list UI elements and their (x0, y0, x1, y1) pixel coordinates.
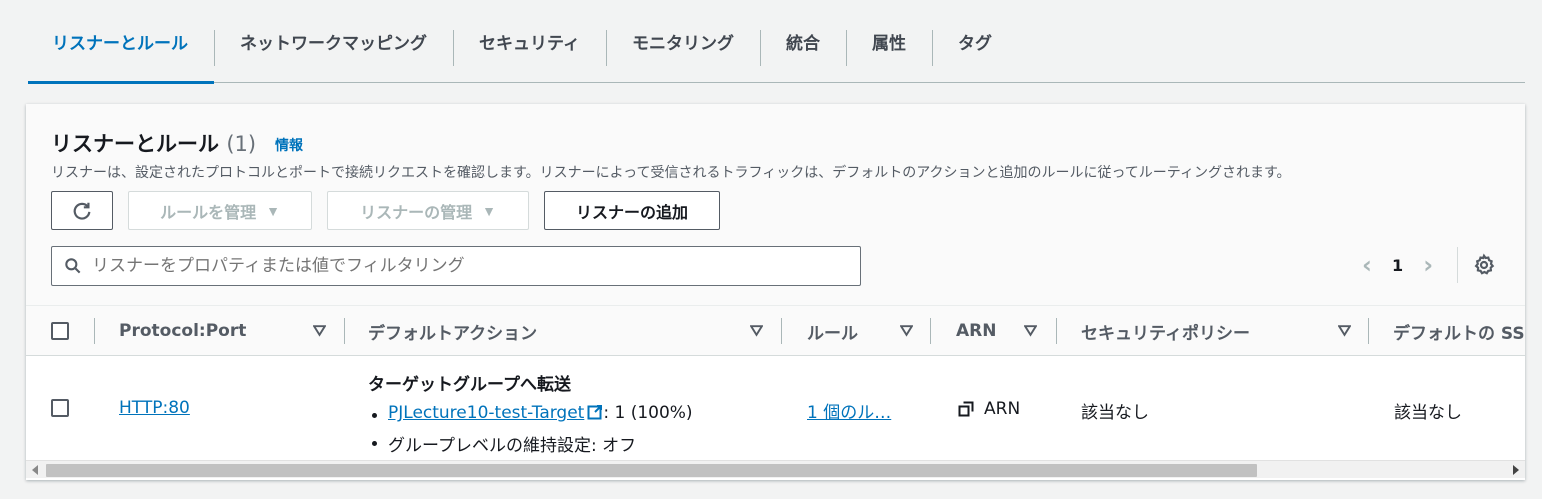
action-details-list: PJLecture10-test-Target : 1 (100%) グループレベ… (368, 403, 693, 456)
manage-listeners-button[interactable]: リスナーの管理 ▼ (327, 191, 529, 230)
manage-rules-label: ルールを管理 (160, 204, 257, 222)
sort-icon[interactable] (1338, 324, 1351, 337)
sort-icon[interactable] (750, 324, 763, 337)
manage-listeners-label: リスナーの管理 (360, 204, 473, 222)
refresh-icon (73, 202, 91, 220)
previous-page-icon[interactable]: ‹ (1358, 251, 1376, 279)
column-rules[interactable]: ルール (807, 306, 858, 356)
column-protocol-port[interactable]: Protocol:Port (119, 306, 246, 356)
security-policy-value: 該当なし (1081, 403, 1149, 423)
panel-title-text: リスナーとルール (51, 132, 219, 156)
panel-header: リスナーとルール (1) 情報 リスナーは、設定されたプロトコルとポートで接続リ… (26, 104, 1525, 306)
tab-listeners-rules[interactable]: リスナーとルール (28, 0, 214, 84)
tab-integration[interactable]: 統合 (759, 0, 846, 83)
column-divider (94, 318, 95, 344)
tab-security[interactable]: セキュリティ (453, 0, 606, 83)
caret-down-icon: ▼ (266, 202, 280, 219)
pagination: ‹ 1 › (1358, 251, 1437, 279)
column-divider[interactable] (1368, 318, 1369, 344)
column-divider[interactable] (781, 318, 782, 344)
manage-rules-button[interactable]: ルールを管理 ▼ (128, 191, 312, 230)
column-divider[interactable] (344, 318, 345, 344)
rules-link[interactable]: 1 個のル… (807, 398, 891, 423)
tab-network-mapping[interactable]: ネットワークマッピング (214, 0, 453, 83)
pagination-divider (1457, 247, 1458, 283)
column-default-ssl[interactable]: デフォルトの SS (1393, 306, 1525, 356)
listeners-panel: リスナーとルール (1) 情報 リスナーは、設定されたプロトコルとポートで接続リ… (26, 104, 1525, 480)
sort-icon[interactable] (1024, 324, 1037, 337)
default-ssl-value: 該当なし (1394, 403, 1462, 423)
action-title: ターゲットグループへ転送 (368, 375, 571, 395)
column-arn[interactable]: ARN (956, 306, 996, 356)
stickiness-item: グループレベルの維持設定: オフ (368, 431, 693, 456)
sort-icon[interactable] (313, 324, 326, 337)
caret-down-icon: ▼ (482, 202, 496, 219)
listener-count: (1) (226, 132, 257, 156)
next-page-icon[interactable]: › (1419, 251, 1437, 279)
refresh-button[interactable] (51, 191, 113, 230)
table-header: Protocol:Port デフォルトアクション ルール ARN セキュリティポ… (26, 306, 1525, 356)
settings-gear-icon[interactable] (1472, 253, 1496, 277)
row-checkbox[interactable] (51, 399, 69, 417)
info-link[interactable]: 情報 (275, 135, 303, 155)
default-action-cell: ターゲットグループへ転送 PJLecture10-test-Target : 1 … (368, 370, 693, 456)
tab-tags[interactable]: タグ (931, 0, 1018, 83)
add-listener-button[interactable]: リスナーの追加 (544, 191, 720, 230)
tab-monitoring[interactable]: モニタリング (605, 0, 760, 83)
search-input[interactable] (92, 256, 852, 276)
column-divider[interactable] (930, 318, 931, 344)
horizontal-scrollbar[interactable] (26, 460, 1525, 478)
column-default-action[interactable]: デフォルトアクション (368, 306, 537, 356)
scroll-thumb[interactable] (46, 464, 1257, 477)
search-icon (65, 258, 81, 274)
external-link-icon[interactable] (587, 404, 603, 420)
scroll-right-arrow-icon[interactable] (1513, 465, 1519, 475)
search-field[interactable] (51, 246, 861, 286)
table-row[interactable]: HTTP:80 ターゲットグループへ転送 PJLecture10-test-Ta… (26, 356, 1525, 460)
select-all-cell[interactable] (51, 306, 69, 356)
protocol-port-link[interactable]: HTTP:80 (119, 398, 190, 418)
target-weight: : 1 (100%) (603, 403, 693, 423)
target-group-link[interactable]: PJLecture10-test-Target (388, 403, 584, 423)
target-group-item: PJLecture10-test-Target : 1 (100%) (368, 403, 693, 423)
arn-text: ARN (984, 399, 1021, 419)
scroll-left-arrow-icon[interactable] (32, 465, 38, 475)
panel-description: リスナーは、設定されたプロトコルとポートで接続リクエストを確認します。リスナーに… (51, 165, 1291, 181)
tab-bar: リスナーとルール ネットワークマッピング セキュリティ モニタリング 統合 属性… (28, 0, 1525, 84)
copy-icon[interactable] (958, 401, 974, 417)
column-divider[interactable] (1056, 318, 1057, 344)
tab-attributes[interactable]: 属性 (845, 0, 932, 83)
arn-cell: ARN (958, 399, 1020, 419)
panel-title: リスナーとルール (1) (51, 128, 256, 158)
column-security-policy[interactable]: セキュリティポリシー (1081, 306, 1250, 356)
sort-icon[interactable] (900, 324, 913, 337)
select-all-checkbox[interactable] (51, 322, 69, 340)
current-page[interactable]: 1 (1392, 256, 1403, 275)
